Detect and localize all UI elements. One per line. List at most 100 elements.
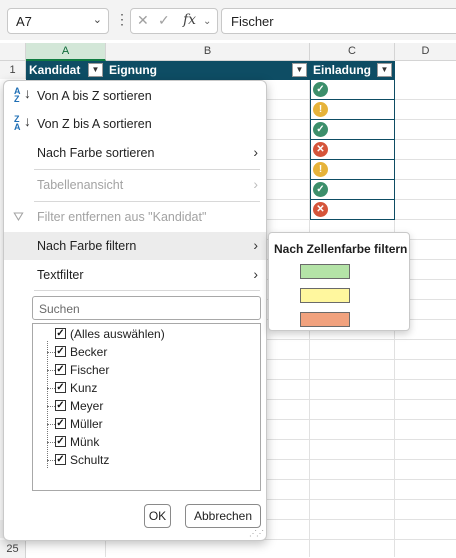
menu-label: Von Z bis A sortieren: [37, 117, 152, 131]
table-row[interactable]: ✕: [310, 140, 395, 160]
chevron-right-icon: ›: [253, 176, 258, 192]
check-circle-icon: ✓: [313, 82, 328, 97]
table-row[interactable]: !: [310, 160, 395, 180]
formula-value: Fischer: [231, 14, 274, 29]
checkbox[interactable]: ✓: [55, 382, 66, 393]
filter-by-cell-color-submenu: Nach Zellenfarbe filtern: [268, 232, 410, 331]
sort-a-z-icon: A Z ↓: [14, 85, 31, 104]
resize-grip-icon[interactable]: ⋰⋰: [249, 529, 264, 538]
list-item-label: Müller: [70, 417, 103, 431]
menu-label: Von A bis Z sortieren: [37, 89, 152, 103]
color-swatch-yellow[interactable]: [300, 288, 350, 303]
filter-dropdown-button[interactable]: ▼: [292, 63, 307, 77]
list-item-select-all[interactable]: ✓ (Alles auswählen): [33, 325, 260, 343]
list-item-label: (Alles auswählen): [70, 327, 165, 341]
column-header-c[interactable]: C: [310, 43, 395, 61]
sort-descending-item[interactable]: Z A ↓ Von Z bis A sortieren: [4, 110, 266, 138]
formula-input[interactable]: Fischer: [221, 8, 456, 34]
select-all-corner[interactable]: [0, 43, 26, 61]
table-row[interactable]: !: [310, 100, 395, 120]
menu-label: Filter entfernen aus "Kandidat": [37, 210, 207, 224]
fx-icon[interactable]: fx: [183, 12, 196, 28]
exclamation-circle-icon: !: [313, 162, 328, 177]
filter-dropdown-button[interactable]: ▼: [88, 63, 103, 77]
divider: [34, 290, 260, 291]
menu-label: Tabellenansicht: [37, 178, 124, 192]
x-icon[interactable]: ✕: [137, 12, 149, 29]
table-row[interactable]: ✓: [310, 80, 395, 100]
list-item-label: Becker: [70, 345, 108, 359]
checkbox[interactable]: ✓: [55, 418, 66, 429]
checkbox[interactable]: ✓: [55, 328, 66, 339]
table-header-einladung: Einladung ▼: [310, 61, 395, 80]
column-header-d[interactable]: D: [395, 43, 456, 61]
chevron-right-icon: ›: [253, 237, 258, 253]
table-header-eignung: Eignung ▼: [106, 61, 310, 80]
chevron-down-icon[interactable]: ⌄: [93, 13, 102, 26]
sort-by-color-item[interactable]: Nach Farbe sortieren ›: [4, 139, 266, 167]
formula-buttons: ✕ ✓ fx ⌄: [130, 8, 218, 34]
list-item[interactable]: ✓ Münk: [33, 433, 260, 451]
color-swatch-orange[interactable]: [300, 312, 350, 327]
more-vertical-icon[interactable]: ⋮: [115, 11, 129, 28]
checkbox[interactable]: ✓: [55, 364, 66, 375]
row-header-25[interactable]: 25: [0, 540, 26, 558]
table-row[interactable]: ✓: [310, 180, 395, 200]
x-circle-icon: ✕: [313, 202, 328, 217]
sort-ascending-item[interactable]: A Z ↓ Von A bis Z sortieren: [4, 82, 266, 110]
list-item[interactable]: ✓ Meyer: [33, 397, 260, 415]
value-list[interactable]: ✓ (Alles auswählen) ✓ Becker ✓ Fischer ✓…: [32, 323, 261, 491]
checkbox[interactable]: ✓: [55, 436, 66, 447]
clear-filter-item: ⛛ Filter entfernen aus "Kandidat": [4, 203, 266, 231]
table-view-item: Tabellenansicht ›: [4, 171, 266, 199]
name-box[interactable]: A7 ⌄: [7, 8, 109, 34]
row-header-1[interactable]: 1: [0, 61, 26, 79]
list-item[interactable]: ✓ Fischer: [33, 361, 260, 379]
chevron-down-icon[interactable]: ⌄: [203, 16, 211, 27]
list-item[interactable]: ✓ Kunz: [33, 379, 260, 397]
formula-bar: A7 ⌄ ⋮ ✕ ✓ fx ⌄ Fischer: [0, 0, 456, 40]
list-item[interactable]: ✓ Becker: [33, 343, 260, 361]
ok-button[interactable]: OK: [144, 504, 171, 528]
menu-label: Nach Farbe filtern: [37, 239, 137, 253]
text-filter-item[interactable]: Textfilter ›: [4, 261, 266, 289]
table-header-kandidat: Kandidat ▼: [26, 61, 106, 80]
list-item[interactable]: ✓ Schultz: [33, 451, 260, 469]
name-box-value: A7: [16, 14, 32, 29]
menu-label: Nach Farbe sortieren: [37, 146, 155, 160]
column-header-b[interactable]: B: [106, 43, 310, 61]
divider: [34, 201, 260, 202]
cancel-button[interactable]: Abbrechen: [185, 504, 261, 528]
color-swatch-green[interactable]: [300, 264, 350, 279]
header-label: Einladung: [313, 63, 371, 77]
checkbox[interactable]: ✓: [55, 346, 66, 357]
sort-z-a-icon: Z A ↓: [14, 113, 31, 132]
list-item[interactable]: ✓ Müller: [33, 415, 260, 433]
check-icon[interactable]: ✓: [158, 12, 170, 29]
list-item-label: Fischer: [70, 363, 110, 377]
column-header-a[interactable]: A: [26, 43, 106, 61]
chevron-right-icon: ›: [253, 144, 258, 160]
list-item-label: Schultz: [70, 453, 110, 467]
filter-dropdown-button[interactable]: ▼: [377, 63, 392, 77]
list-item-label: Meyer: [70, 399, 104, 413]
checkbox[interactable]: ✓: [55, 454, 66, 465]
menu-label: Textfilter: [37, 268, 84, 282]
checkbox[interactable]: ✓: [55, 400, 66, 411]
table-row[interactable]: ✕: [310, 200, 395, 220]
chevron-right-icon: ›: [253, 266, 258, 282]
table-row[interactable]: ✓: [310, 120, 395, 140]
search-placeholder: Suchen: [39, 302, 80, 316]
header-label: Eignung: [109, 63, 157, 77]
list-item-label: Münk: [70, 435, 100, 449]
filter-by-color-item[interactable]: Nach Farbe filtern ›: [4, 232, 266, 260]
submenu-title: Nach Zellenfarbe filtern: [274, 242, 408, 256]
search-input[interactable]: Suchen: [32, 296, 261, 320]
autofilter-dropdown: A Z ↓ Von A bis Z sortieren Z A ↓ Von Z bis …: [3, 80, 267, 541]
exclamation-circle-icon: !: [313, 102, 328, 117]
list-item-label: Kunz: [70, 381, 98, 395]
check-circle-icon: ✓: [313, 182, 328, 197]
header-label: Kandidat: [29, 63, 81, 77]
check-circle-icon: ✓: [313, 122, 328, 137]
x-circle-icon: ✕: [313, 142, 328, 157]
